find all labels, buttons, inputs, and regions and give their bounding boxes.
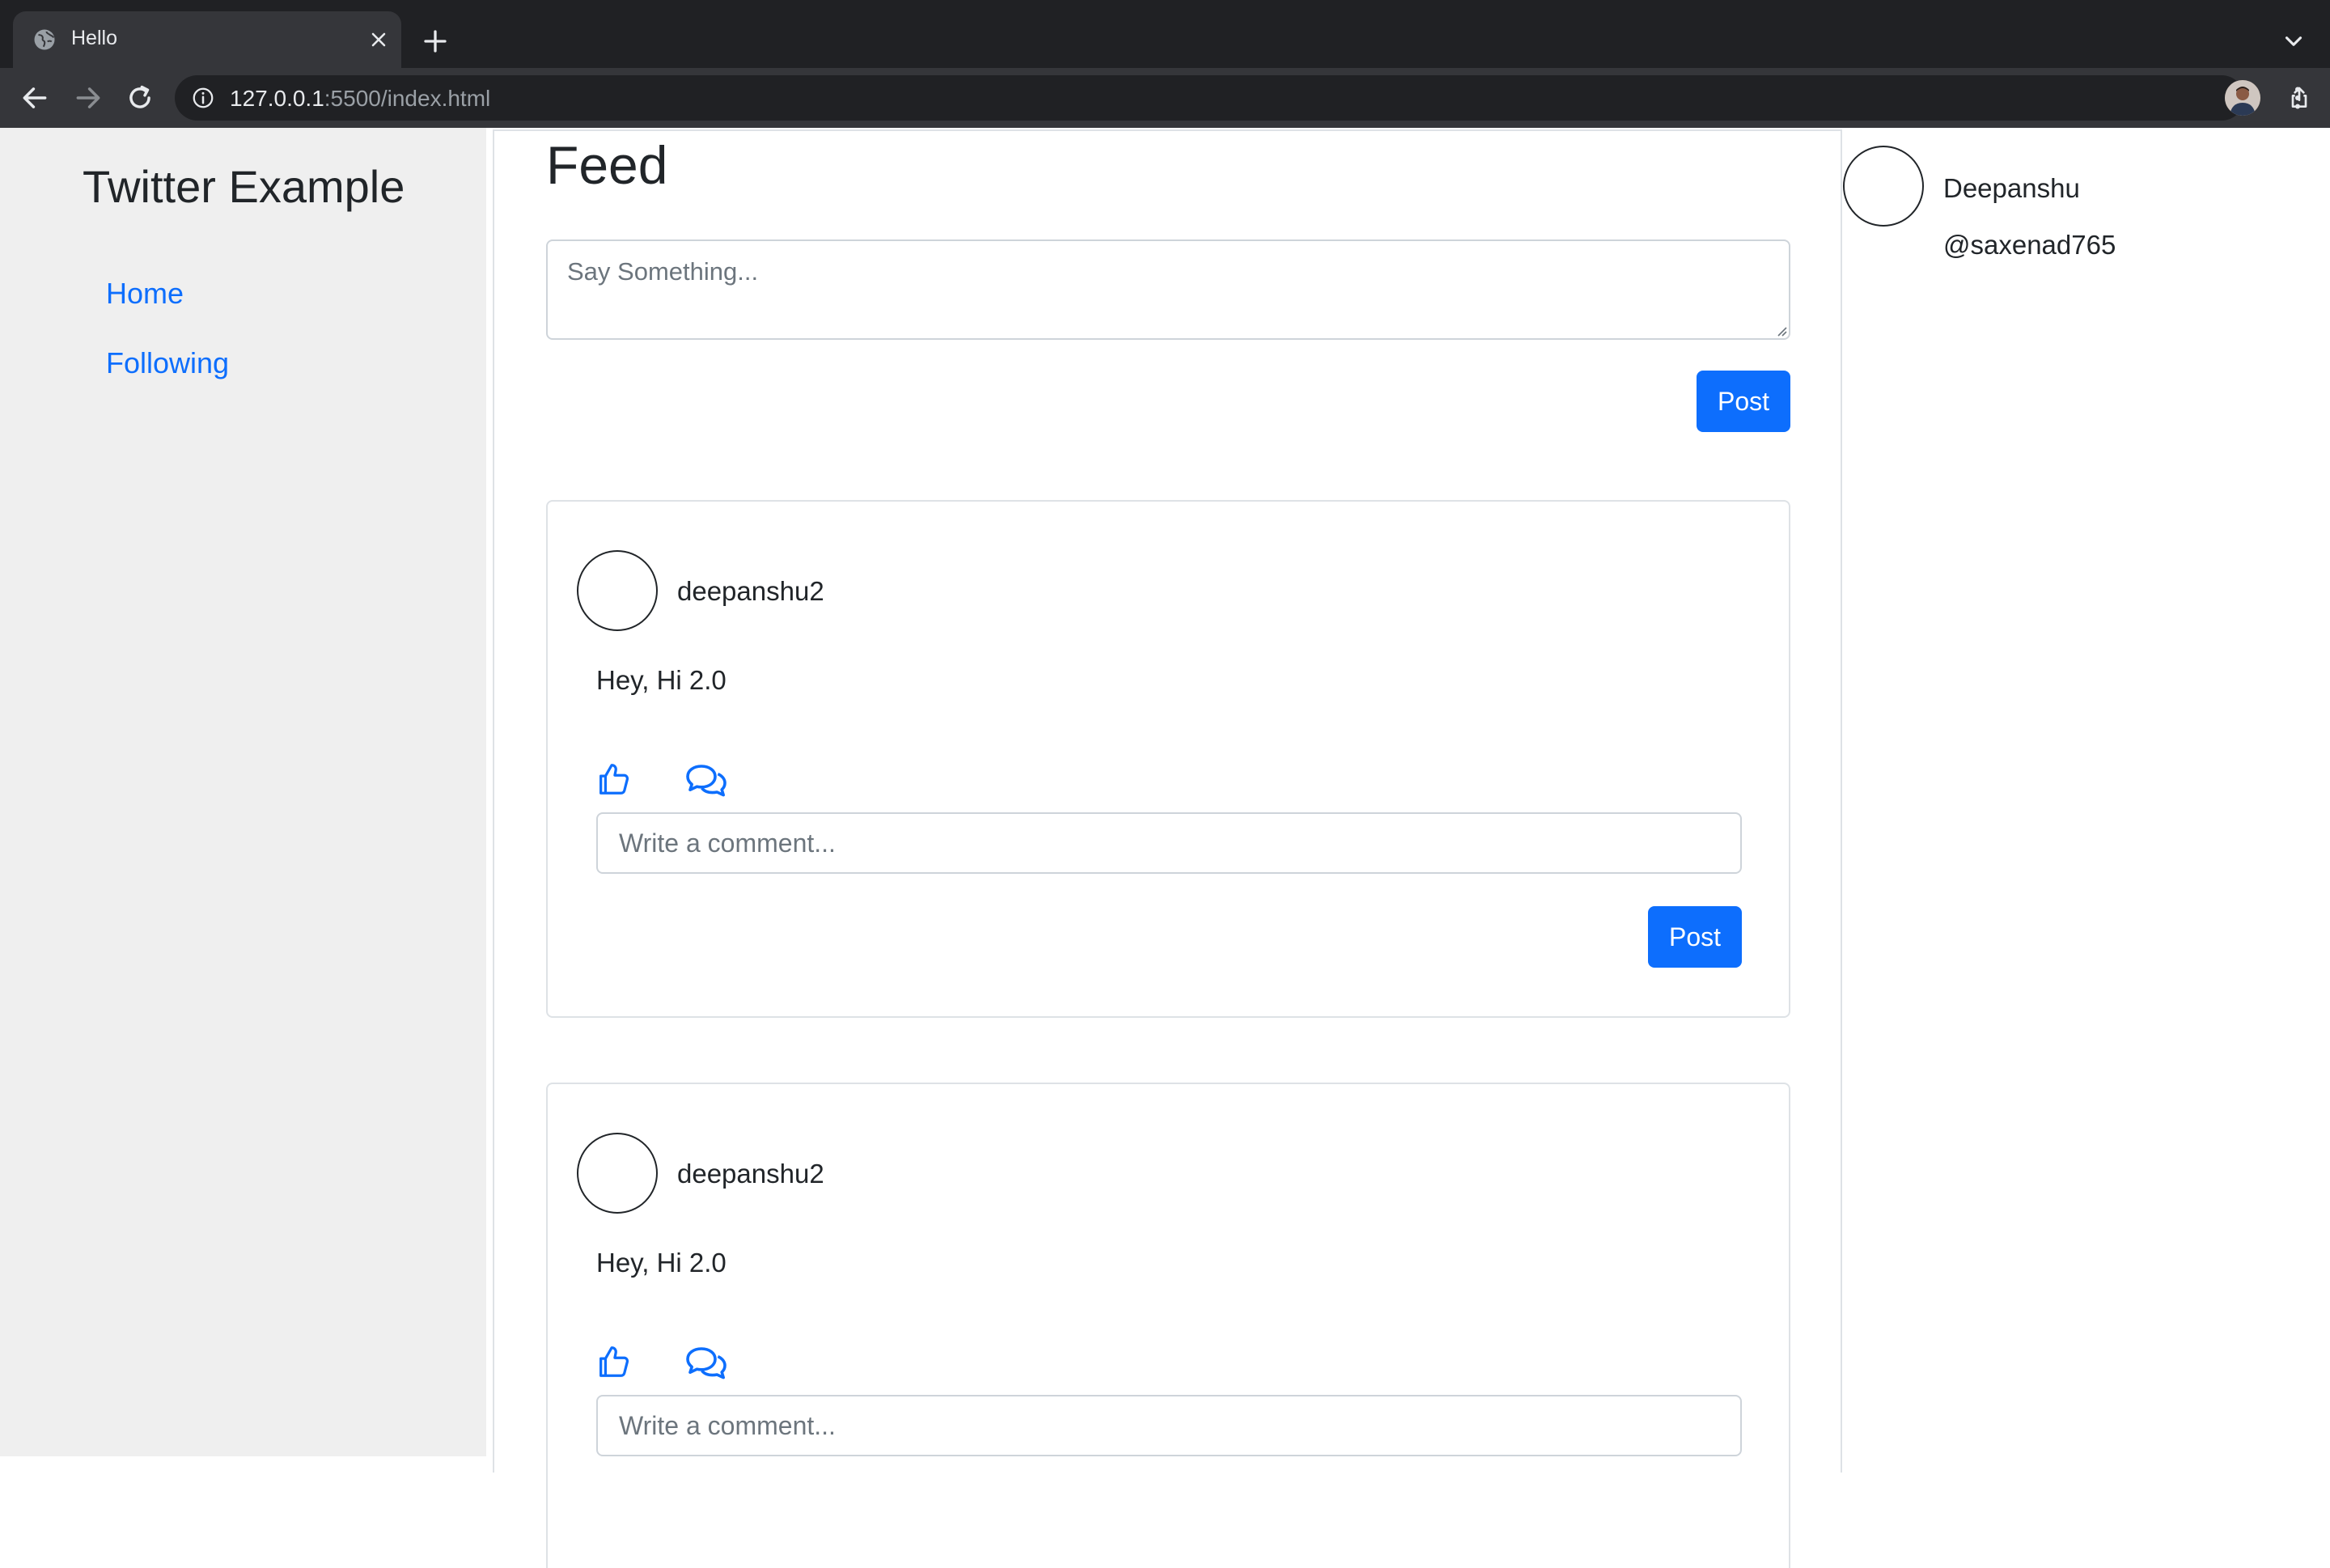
chevron-down-icon[interactable] xyxy=(2280,28,2307,55)
forward-arrow-icon[interactable] xyxy=(73,83,104,113)
thumbs-up-icon[interactable] xyxy=(595,761,632,798)
chat-bubbles-icon[interactable] xyxy=(685,1345,727,1382)
comment-post-button[interactable]: Post xyxy=(1648,906,1742,968)
tab-title: Hello xyxy=(71,27,117,49)
avatar[interactable] xyxy=(577,1133,658,1214)
thumbs-up-icon[interactable] xyxy=(595,1343,632,1380)
post-card: deepanshu2 Hey, Hi 2.0 xyxy=(546,1083,1790,1568)
sidebar-item-home[interactable]: Home xyxy=(106,277,184,311)
chat-bubbles-icon[interactable] xyxy=(685,762,727,799)
browser-toolbar: 127.0.0.1:5500/index.html xyxy=(0,68,2330,128)
url-text[interactable]: 127.0.0.1:5500/index.html xyxy=(230,86,490,112)
browser-tab[interactable]: Hello xyxy=(13,11,401,68)
comment-input[interactable] xyxy=(596,1395,1742,1456)
compose-textarea[interactable] xyxy=(546,239,1790,340)
post-text: Hey, Hi 2.0 xyxy=(596,1248,727,1278)
info-icon[interactable] xyxy=(191,86,215,110)
back-arrow-icon[interactable] xyxy=(19,83,50,113)
profile-panel: Deepanshu @saxenad765 xyxy=(1843,128,2330,451)
profile-photo-icon xyxy=(2225,80,2260,116)
post-card: deepanshu2 Hey, Hi 2.0 Post xyxy=(546,500,1790,1018)
browser-profile-avatar[interactable] xyxy=(2225,80,2260,116)
url-host: 127.0.0.1 xyxy=(230,86,324,111)
url-path: :5500/index.html xyxy=(324,86,491,111)
post-username[interactable]: deepanshu2 xyxy=(677,576,824,607)
feed-column: Feed Post deepanshu2 Hey, Hi 2.0 Post xyxy=(493,129,1842,1568)
profile-name: Deepanshu xyxy=(1943,173,2080,203)
post-button[interactable]: Post xyxy=(1697,371,1790,432)
address-bar[interactable]: 127.0.0.1:5500/index.html xyxy=(175,75,2307,121)
kebab-menu-icon[interactable] xyxy=(2283,83,2312,113)
browser-tab-strip: Hello xyxy=(0,0,2330,68)
globe-icon xyxy=(34,29,55,50)
comment-input[interactable] xyxy=(596,812,1742,874)
post-text: Hey, Hi 2.0 xyxy=(596,665,727,695)
reload-icon[interactable] xyxy=(125,83,155,113)
close-icon[interactable] xyxy=(367,28,390,51)
plus-icon[interactable] xyxy=(421,27,450,56)
sidebar: Twitter Example Home Following xyxy=(0,128,486,1456)
avatar[interactable] xyxy=(577,550,658,631)
page-title: Feed xyxy=(546,135,668,195)
profile-handle: @saxenad765 xyxy=(1943,230,2116,260)
brand-title: Twitter Example xyxy=(83,161,405,212)
post-username[interactable]: deepanshu2 xyxy=(677,1159,824,1189)
sidebar-item-following[interactable]: Following xyxy=(106,346,229,380)
page-content: Twitter Example Home Following Feed Post… xyxy=(0,128,2330,1568)
avatar[interactable] xyxy=(1843,146,1924,227)
